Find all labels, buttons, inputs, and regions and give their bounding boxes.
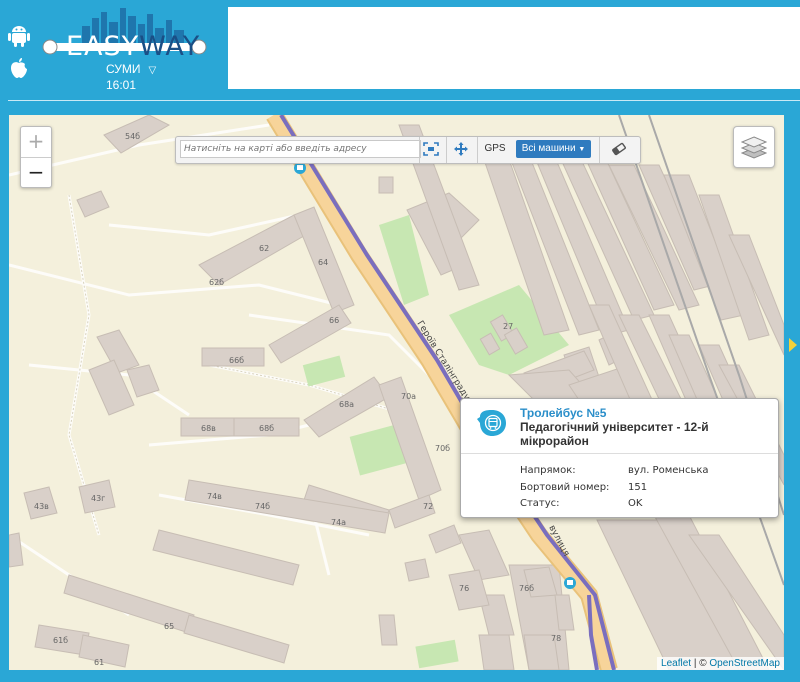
header-divider bbox=[8, 100, 800, 101]
attribution-separator: | © bbox=[691, 658, 710, 669]
leaflet-link[interactable]: Leaflet bbox=[661, 658, 691, 669]
map-toolbar: GPS Всі машини ▼ bbox=[175, 136, 641, 164]
logo-text: EASYWAY bbox=[66, 31, 200, 62]
chevron-down-icon: ▽ bbox=[148, 65, 157, 76]
banner-area bbox=[228, 7, 800, 89]
status-row: Статус: OK bbox=[520, 498, 642, 509]
building-label: 74в bbox=[207, 492, 222, 501]
panel-toggle-arrow-icon[interactable] bbox=[789, 338, 797, 352]
building-label: 68а bbox=[339, 400, 354, 409]
map-attribution: Leaflet | © OpenStreetMap bbox=[657, 657, 784, 670]
toolbar-divider bbox=[446, 137, 447, 163]
building-label: 74б bbox=[255, 502, 270, 511]
building-label: 43в bbox=[34, 502, 49, 511]
building-label: 62 bbox=[259, 244, 269, 253]
gps-button[interactable]: GPS bbox=[482, 140, 508, 158]
building-label: 66б bbox=[229, 356, 244, 365]
building-label: 54б bbox=[125, 132, 140, 141]
building-label: 62б bbox=[209, 278, 224, 287]
building-label: 76 bbox=[459, 584, 469, 593]
building-label: 27 bbox=[503, 322, 513, 331]
vehicles-dropdown[interactable]: Всі машини ▼ bbox=[516, 140, 591, 158]
zoom-control: + − bbox=[20, 126, 52, 188]
osm-link[interactable]: OpenStreetMap bbox=[709, 658, 780, 669]
building-label: 68в bbox=[201, 424, 216, 433]
vehicles-label: Всі машини bbox=[521, 143, 576, 154]
direction-value: вул. Роменська bbox=[628, 465, 709, 476]
toolbar-divider bbox=[599, 137, 600, 163]
toolbar-divider bbox=[477, 137, 478, 163]
city-selector[interactable]: СУМИ ▽ bbox=[106, 62, 156, 76]
status-label: Статус: bbox=[520, 498, 560, 509]
popup-route-title[interactable]: Тролейбус №5 bbox=[520, 406, 606, 420]
building-label: 70а bbox=[401, 392, 416, 401]
building-label: 76б bbox=[519, 584, 534, 593]
popup-stop-name: Педагогічний університет - 12-й мікрорай… bbox=[520, 420, 709, 448]
logo-way: WAY bbox=[139, 31, 201, 62]
trolleybus-icon bbox=[477, 409, 507, 441]
popup-divider bbox=[461, 453, 778, 454]
address-search-input[interactable] bbox=[180, 140, 421, 158]
direction-row: Напрямок: вул. Роменська bbox=[520, 465, 709, 476]
building-label: 65 bbox=[164, 622, 174, 631]
building-label: 72 bbox=[423, 502, 433, 511]
move-icon[interactable] bbox=[450, 140, 472, 158]
building-label: 78 bbox=[551, 634, 561, 643]
android-icon[interactable] bbox=[8, 25, 30, 47]
building-label: 61 bbox=[94, 658, 104, 667]
building-label: 68б bbox=[259, 424, 274, 433]
fit-bounds-icon[interactable] bbox=[420, 140, 442, 158]
apple-icon[interactable] bbox=[8, 57, 30, 79]
direction-label: Напрямок: bbox=[520, 465, 576, 476]
board-number-label: Бортовий номер: bbox=[520, 482, 610, 493]
board-number-row: Бортовий номер: 151 bbox=[520, 482, 647, 493]
building-label: 74а bbox=[331, 518, 346, 527]
building-label: 43г bbox=[91, 494, 105, 503]
map-tiles: Героїв Сталінграду вулиця вулиця 54б 62 … bbox=[9, 115, 784, 670]
vehicle-info-popup: Тролейбус №5 Педагогічний університет - … bbox=[460, 398, 779, 518]
map-view[interactable]: Героїв Сталінграду вулиця вулиця 54б 62 … bbox=[9, 115, 784, 670]
clock: 16:01 bbox=[106, 78, 137, 92]
eraser-icon[interactable] bbox=[608, 140, 630, 158]
building-label: 70б bbox=[435, 444, 450, 453]
logo-easy: EASY bbox=[66, 31, 140, 62]
building-label: 61б bbox=[53, 636, 68, 645]
zoom-out-button[interactable]: − bbox=[21, 158, 51, 188]
zoom-in-button[interactable]: + bbox=[21, 127, 51, 158]
building-label: 66 bbox=[329, 316, 339, 325]
layers-icon[interactable] bbox=[733, 126, 775, 168]
status-value: OK bbox=[628, 498, 643, 509]
board-number-value: 151 bbox=[628, 482, 648, 493]
caret-down-icon: ▼ bbox=[578, 146, 586, 153]
app-header: EASYWAY СУМИ ▽ 16:01 bbox=[0, 0, 800, 112]
building-label: 64 bbox=[318, 258, 328, 267]
city-name: СУМИ bbox=[106, 62, 141, 76]
